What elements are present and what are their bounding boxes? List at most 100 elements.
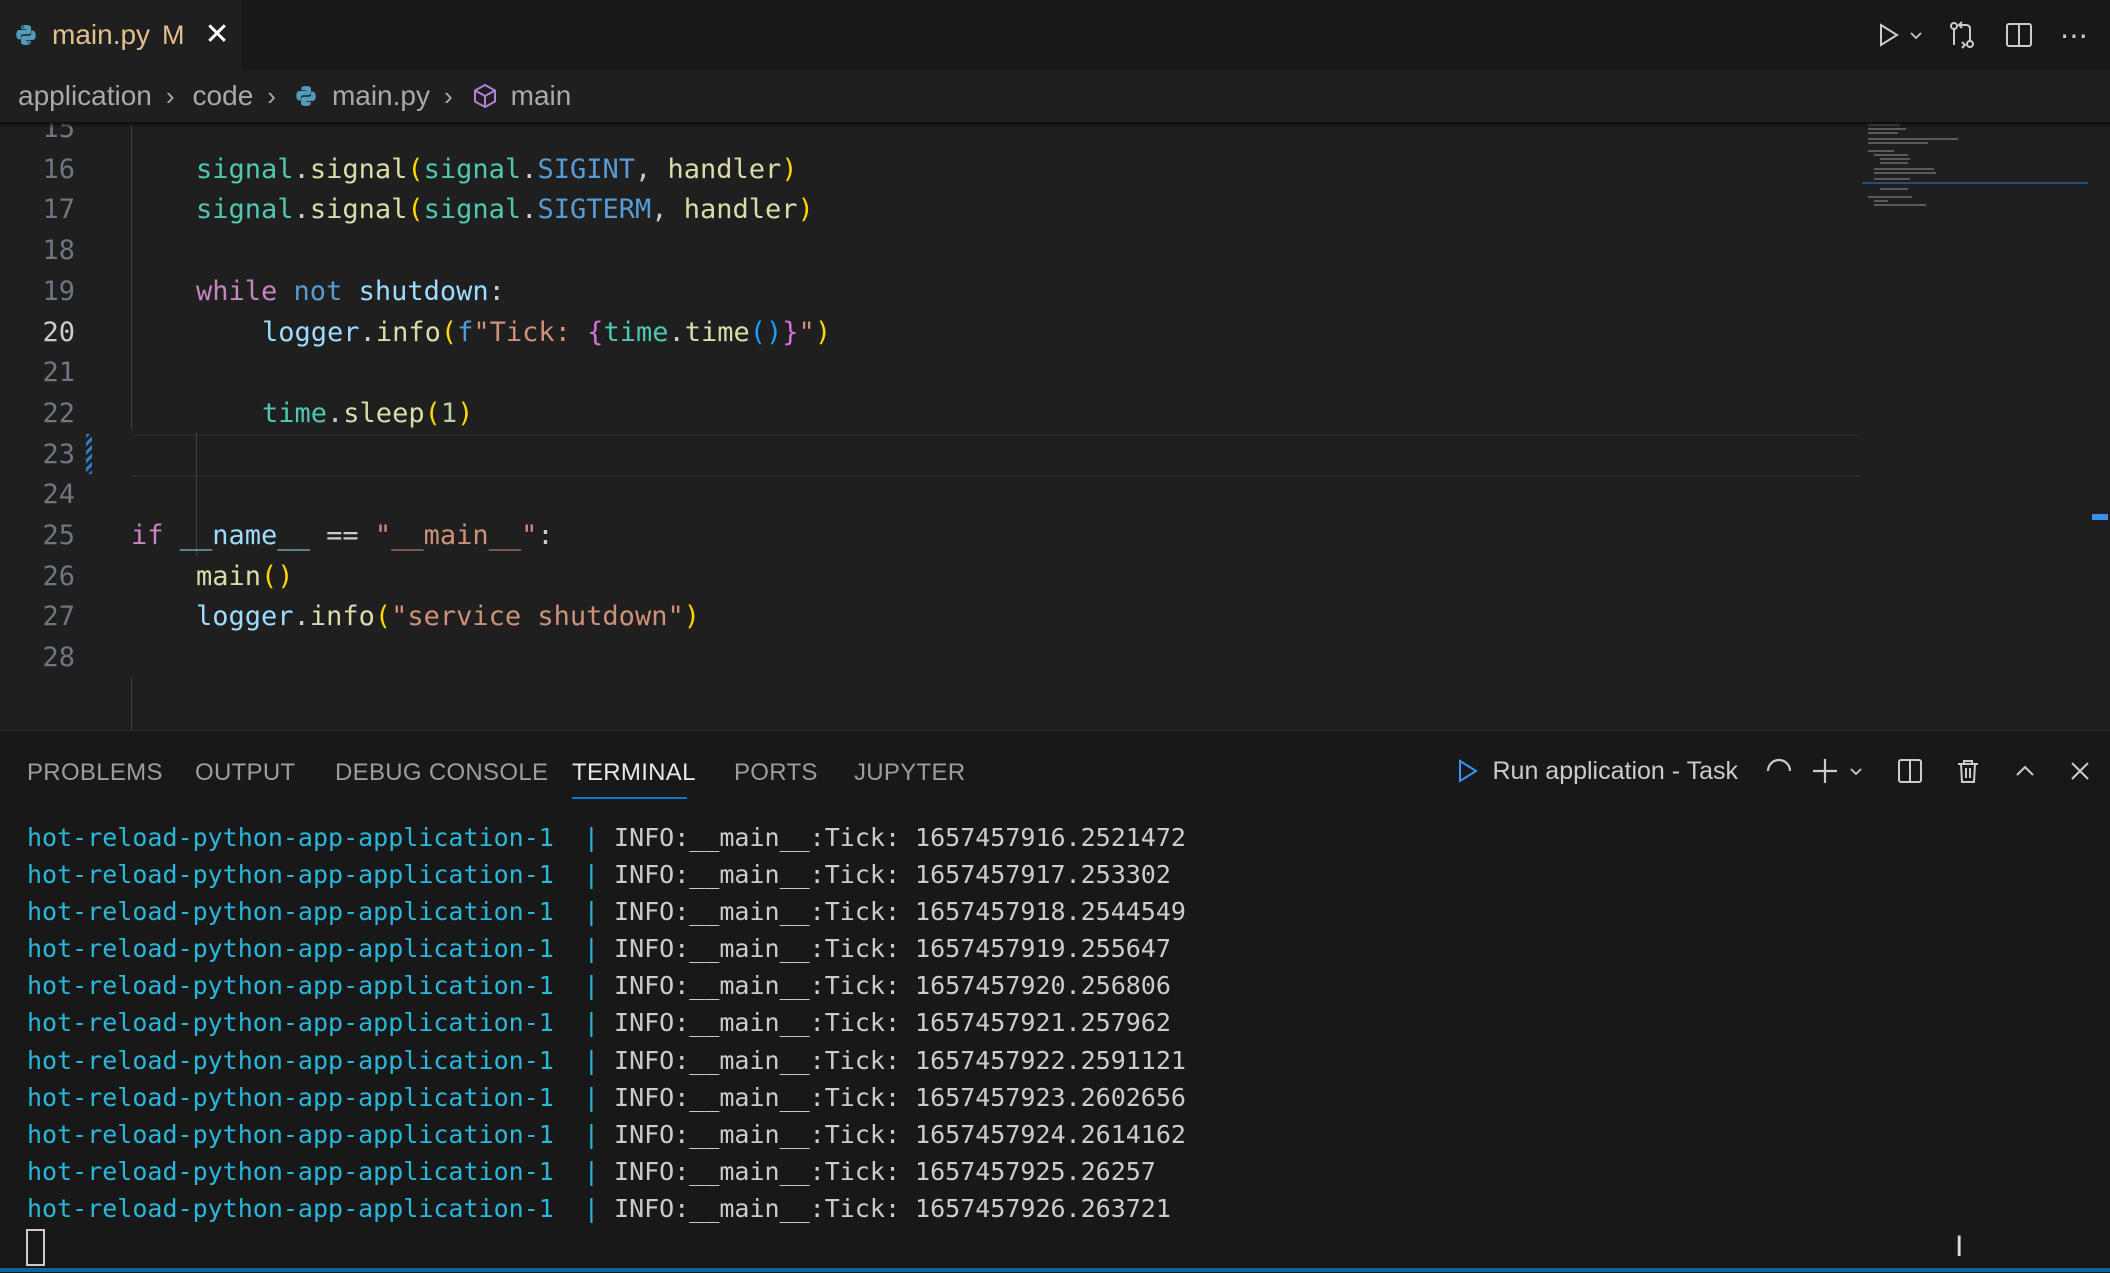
code-line[interactable]: 23 bbox=[0, 434, 1860, 475]
terminal-message: INFO:__main__:Tick: 1657457922.2591121 bbox=[614, 1045, 1186, 1075]
code-line[interactable]: 22 time.sleep(1) bbox=[0, 393, 1860, 434]
terminal-message: INFO:__main__:Tick: 1657457920.256806 bbox=[614, 971, 1171, 1001]
terminal-message: INFO:__main__:Tick: 1657457923.2602656 bbox=[614, 1082, 1186, 1112]
more-actions-icon[interactable]: ⋯ bbox=[2060, 19, 2090, 52]
split-terminal-icon[interactable] bbox=[1896, 757, 1924, 785]
tab-problems[interactable]: PROBLEMS bbox=[27, 759, 163, 787]
python-file-icon bbox=[296, 86, 316, 106]
code-token: " bbox=[798, 316, 815, 348]
tab-main-py[interactable]: main.py M ✕ bbox=[0, 0, 242, 70]
split-editor-icon[interactable] bbox=[2004, 20, 2034, 50]
terminal-service-name: hot-reload-python-app-application-1 bbox=[27, 971, 554, 1001]
code-token: __name__ bbox=[179, 520, 310, 551]
new-terminal-icon[interactable] bbox=[1810, 756, 1840, 786]
terminal-line: hot-reload-python-app-application-1 | IN… bbox=[27, 1004, 1186, 1041]
active-tab-indicator bbox=[572, 797, 687, 799]
minimap[interactable] bbox=[1862, 122, 2088, 730]
terminal-output[interactable]: hot-reload-python-app-application-1 | IN… bbox=[27, 819, 1186, 1227]
code-token: 1 bbox=[440, 397, 458, 429]
minimap-line bbox=[1874, 200, 1888, 202]
code-line[interactable]: 20 logger.info(f"Tick: {time.time()}") bbox=[0, 312, 1860, 353]
code-token: ) bbox=[781, 153, 798, 185]
task-selector[interactable]: Run application - Task bbox=[1492, 757, 1738, 786]
code-editor[interactable]: 15 16 signal.signal(signal.SIGINT, handler… bbox=[0, 122, 2110, 730]
code-token: "__main__" bbox=[374, 520, 538, 551]
tab-ports[interactable]: PORTS bbox=[734, 759, 818, 787]
code-token: , bbox=[651, 194, 684, 226]
tab-debug-console[interactable]: DEBUG CONSOLE bbox=[335, 759, 548, 787]
minimap-line bbox=[1862, 182, 2088, 184]
run-icon[interactable] bbox=[1874, 21, 1902, 49]
code-token: == bbox=[309, 520, 375, 551]
code-token: } bbox=[782, 316, 799, 348]
line-number: 16 bbox=[42, 153, 75, 185]
terminal-service-name: hot-reload-python-app-application-1 bbox=[27, 897, 554, 927]
kill-terminal-icon[interactable] bbox=[1954, 757, 1982, 785]
code-line[interactable]: 24 bbox=[0, 474, 1860, 515]
maximize-panel-icon[interactable] bbox=[2012, 758, 2038, 784]
tab-filename: main.py bbox=[52, 19, 151, 50]
panel-tabs: PROBLEMS OUTPUT DEBUG CONSOLE TERMINAL P… bbox=[0, 731, 2110, 801]
terminal-service-name: hot-reload-python-app-application-1 bbox=[27, 1082, 554, 1112]
line-number: 25 bbox=[42, 520, 75, 551]
chevron-right-icon: › bbox=[267, 80, 276, 111]
line-number: 18 bbox=[42, 235, 75, 267]
compare-changes-icon[interactable] bbox=[1946, 19, 1978, 51]
code-token: . bbox=[521, 194, 538, 226]
terminal-line: hot-reload-python-app-application-1 | IN… bbox=[27, 1079, 1186, 1116]
minimap-line bbox=[1874, 204, 1926, 206]
tab-terminal[interactable]: TERMINAL bbox=[572, 759, 696, 787]
breadcrumb-code[interactable]: code bbox=[193, 80, 254, 112]
code-line[interactable]: 17 signal.signal(signal.SIGTERM, handler) bbox=[0, 189, 1860, 230]
code-token: handler bbox=[667, 153, 782, 185]
code-line[interactable]: 26 main() bbox=[0, 556, 1860, 597]
minimap-line bbox=[1874, 168, 1934, 170]
terminal-line: hot-reload-python-app-application-1 | IN… bbox=[27, 967, 1186, 1004]
code-line[interactable]: 16 signal.signal(signal.SIGINT, handler) bbox=[0, 149, 1860, 190]
code-token: signal bbox=[423, 194, 522, 226]
code-token: "service shutdown" bbox=[391, 601, 684, 633]
minimap-line bbox=[1868, 150, 1894, 152]
code-line[interactable]: 28 bbox=[0, 637, 1860, 678]
terminal-service-name: hot-reload-python-app-application-1 bbox=[27, 1193, 554, 1223]
breadcrumb-symbol-label: main bbox=[510, 80, 572, 111]
code-line[interactable]: 21 bbox=[0, 352, 1860, 393]
indent-guide bbox=[131, 678, 132, 730]
line-number: 21 bbox=[42, 357, 75, 389]
minimap-line bbox=[1874, 178, 1910, 180]
code-token: ) bbox=[797, 194, 814, 226]
chevron-down-icon[interactable] bbox=[1848, 763, 1864, 779]
code-line[interactable]: 18 bbox=[0, 230, 1860, 271]
code-token: . bbox=[327, 397, 344, 429]
editor-actions: ⋯ bbox=[1874, 0, 2110, 70]
terminal-message: INFO:__main__:Tick: 1657457924.2614162 bbox=[614, 1119, 1186, 1149]
panel-actions: Run application - Task bbox=[1454, 751, 2110, 791]
code-token: SIGINT bbox=[537, 153, 635, 185]
code-line[interactable]: 19 while not shutdown: bbox=[0, 271, 1860, 312]
terminal-service-name: hot-reload-python-app-application-1 bbox=[27, 934, 554, 964]
scrollbar-marker bbox=[2092, 514, 2108, 520]
chevron-down-icon[interactable] bbox=[1908, 27, 1924, 43]
code-token: ( bbox=[374, 601, 392, 633]
breadcrumb-file[interactable]: main.py bbox=[294, 80, 430, 112]
run-task-icon[interactable] bbox=[1454, 758, 1480, 784]
minimap-line bbox=[1868, 138, 1958, 140]
terminal-separator: | bbox=[553, 1156, 615, 1186]
tab-jupyter[interactable]: JUPYTER bbox=[854, 759, 965, 787]
code-token: . bbox=[293, 153, 310, 185]
code-line[interactable]: 25 if __name__ == "__main__": bbox=[0, 515, 1860, 556]
code-token: not bbox=[293, 275, 343, 307]
code-text: signal.signal(signal.SIGINT, handler) bbox=[196, 149, 798, 190]
terminal-message: INFO:__main__:Tick: 1657457916.2521472 bbox=[614, 823, 1186, 852]
breadcrumb-symbol[interactable]: main bbox=[471, 80, 572, 112]
line-number: 20 bbox=[42, 316, 75, 348]
close-panel-icon[interactable] bbox=[2068, 759, 2092, 783]
terminal-line: hot-reload-python-app-application-1 | IN… bbox=[27, 1042, 1186, 1079]
code-line[interactable]: 27 logger.info("service shutdown") bbox=[0, 596, 1860, 637]
breadcrumb-application[interactable]: application bbox=[18, 80, 152, 112]
tab-output[interactable]: OUTPUT bbox=[195, 759, 295, 787]
terminal-separator: | bbox=[553, 860, 615, 890]
close-icon[interactable]: ✕ bbox=[205, 20, 230, 50]
terminal-message: INFO:__main__:Tick: 1657457917.253302 bbox=[614, 860, 1171, 890]
